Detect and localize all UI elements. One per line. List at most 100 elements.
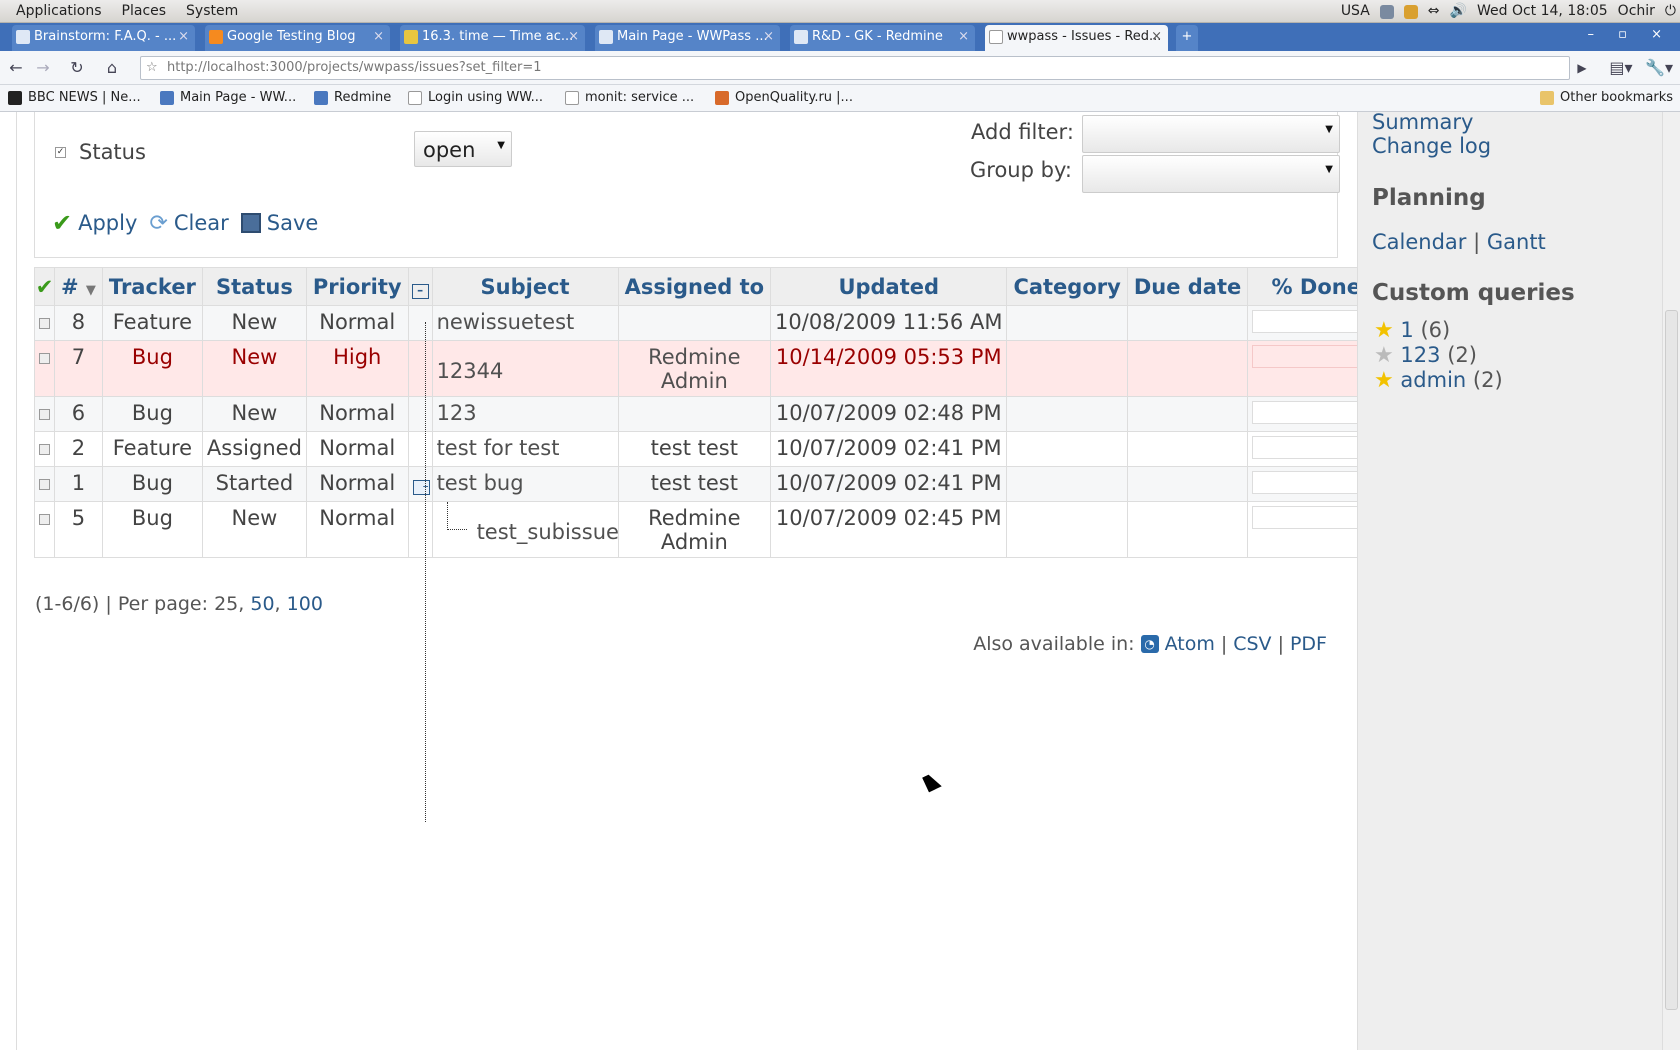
per-page-100-link[interactable]: 100 (287, 593, 323, 615)
collapse-all-header[interactable]: – (407, 267, 433, 306)
tray-app-icon[interactable] (1379, 4, 1394, 19)
list-item[interactable]: ★ 1 (6) (1374, 318, 1503, 343)
row-checkbox-cell[interactable] (34, 431, 55, 467)
column-header-subject[interactable]: Subject (431, 267, 619, 306)
power-icon[interactable]: ⏻ (1665, 2, 1676, 21)
apply-link[interactable]: Apply (78, 211, 137, 235)
reload-button[interactable]: ↻ (66, 57, 88, 79)
column-header-updated[interactable]: Updated (770, 267, 1008, 306)
status-operator-select[interactable]: open ▼ (414, 131, 512, 167)
column-header-tracker[interactable]: Tracker (101, 267, 203, 306)
address-bar[interactable]: ☆ http://localhost:3000/projects/wwpass/i… (140, 56, 1570, 80)
save-link[interactable]: Save (267, 211, 319, 235)
pdf-link[interactable]: PDF (1290, 633, 1327, 655)
row-checkbox[interactable] (39, 353, 50, 364)
issue-assigned-to[interactable] (617, 305, 772, 341)
row-checkbox-cell[interactable] (34, 340, 55, 397)
summary-link[interactable]: Summary (1372, 112, 1473, 134)
row-checkbox-cell[interactable] (34, 396, 55, 432)
bookmark-login-wwpass[interactable]: Login using WW... (408, 89, 543, 107)
column-header-category[interactable]: Category (1006, 267, 1128, 306)
system-menu[interactable]: System (176, 2, 248, 21)
save-disk-icon[interactable] (240, 213, 261, 233)
bookmark-bbc[interactable]: BBC NEWS | Ne... (8, 89, 141, 107)
tab-google-testing-blog[interactable]: Google Testing Blog × (205, 25, 390, 51)
keyboard-layout[interactable]: USA (1341, 2, 1370, 21)
star-icon[interactable]: ★ (1374, 343, 1394, 368)
column-header-due-date[interactable]: Due date (1126, 267, 1249, 306)
table-row[interactable]: 8 Feature New Normal newissuetest 10/08/… (34, 305, 1386, 822)
status-filter-checkbox[interactable]: ✓ (55, 147, 66, 158)
issue-id[interactable]: 8 (54, 305, 103, 341)
table-row[interactable]: 1 Bug Started Normal – test bug test tes… (34, 466, 1386, 502)
issue-assigned-to[interactable]: test test (617, 466, 772, 502)
table-row[interactable]: 2 Feature Assigned Normal test for test … (34, 431, 1386, 467)
per-page-50-link[interactable]: 50 (250, 593, 274, 615)
row-checkbox[interactable] (39, 479, 50, 490)
group-by-select[interactable]: ▼ (1082, 155, 1340, 193)
close-tab-icon[interactable]: × (763, 25, 774, 49)
issue-assigned-to[interactable]: Redmine Admin (617, 501, 772, 558)
new-tab-button[interactable]: + (1176, 25, 1198, 51)
list-item[interactable]: ★ 123 (2) (1374, 343, 1503, 368)
row-checkbox[interactable] (39, 444, 50, 455)
issue-id[interactable]: 6 (54, 396, 103, 432)
forward-button[interactable]: → (32, 57, 54, 79)
changelog-link[interactable]: Change log (1372, 134, 1491, 158)
clear-link[interactable]: Clear (174, 211, 229, 235)
row-checkbox[interactable] (39, 409, 50, 420)
issue-id[interactable]: 2 (54, 431, 103, 467)
issue-assigned-to[interactable]: test test (617, 431, 772, 467)
close-tab-icon[interactable]: × (958, 25, 969, 49)
table-row[interactable]: 6 Bug New Normal 123 10/07/2009 02:48 PM (34, 396, 1386, 432)
tab-python-time[interactable]: 16.3. time — Time ac... × (400, 25, 585, 51)
volume-icon[interactable]: 🔊 (1450, 2, 1467, 21)
csv-link[interactable]: CSV (1233, 633, 1271, 655)
issue-subject[interactable]: test bug (431, 466, 619, 502)
column-header-assigned-to[interactable]: Assigned to (617, 267, 772, 306)
page-menu-icon[interactable]: ▤▾ (1606, 57, 1636, 79)
bookmark-redmine[interactable]: Redmine (314, 89, 391, 107)
add-filter-select[interactable]: ▼ (1082, 115, 1340, 153)
checkmark-icon[interactable]: ✔ (36, 275, 54, 299)
column-header-priority[interactable]: Priority (305, 267, 409, 306)
applications-menu[interactable]: Applications (6, 2, 112, 21)
list-item[interactable]: ★ admin (2) (1374, 368, 1503, 393)
go-icon[interactable]: ▶ (1571, 57, 1593, 79)
tab-wwpass-issues[interactable]: wwpass - Issues - Red... × (985, 25, 1168, 51)
issue-subject[interactable]: newissuetest (431, 305, 619, 341)
tab-wwpass-main[interactable]: Main Page - WWPass ... × (595, 25, 780, 51)
wrench-menu-icon[interactable]: 🔧▾ (1644, 57, 1674, 79)
table-row[interactable]: 7 Bug New High 12344 Redmine Admin 10/14… (34, 340, 1386, 397)
column-header-status[interactable]: Status (201, 267, 307, 306)
clock[interactable]: Wed Oct 14, 18:05 (1477, 2, 1608, 21)
scrollbar-thumb[interactable] (1665, 310, 1678, 1010)
calendar-link[interactable]: Calendar (1372, 230, 1466, 254)
close-tab-icon[interactable]: × (178, 25, 189, 49)
close-tab-icon[interactable]: × (1151, 25, 1162, 49)
bookmark-wwpass-main[interactable]: Main Page - WW... (160, 89, 296, 107)
tab-brainstorm[interactable]: Brainstorm: F.A.Q. - ... × (12, 25, 195, 51)
column-header-id[interactable]: # ▼ (54, 267, 103, 306)
close-tab-icon[interactable]: × (568, 25, 579, 49)
row-checkbox[interactable] (39, 318, 50, 329)
table-row[interactable]: 5 Bug New Normal test_subissue Redmine A… (34, 501, 1386, 558)
row-checkbox-cell[interactable] (34, 466, 55, 502)
issue-id[interactable]: 5 (54, 501, 103, 558)
vertical-scrollbar[interactable] (1662, 112, 1680, 1050)
issue-assigned-to[interactable] (617, 396, 772, 432)
bookmark-star-icon[interactable]: ☆ (146, 57, 158, 79)
issue-subject[interactable]: 123 (431, 396, 619, 432)
row-checkbox-cell[interactable] (34, 305, 55, 341)
issue-subject[interactable]: test for test (431, 431, 619, 467)
tab-rd-gk-redmine[interactable]: R&D - GK - Redmine × (790, 25, 975, 51)
row-checkbox-cell[interactable] (34, 501, 55, 558)
other-bookmarks-folder[interactable]: Other bookmarks (1540, 89, 1673, 107)
star-icon[interactable]: ★ (1374, 318, 1394, 343)
feed-icon[interactable]: ◔ (1140, 635, 1159, 653)
reload-icon[interactable]: ⟳ (149, 211, 167, 236)
window-controls[interactable]: – ▫ × (1588, 23, 1672, 47)
issue-subject[interactable]: 12344 (431, 340, 619, 397)
issue-id[interactable]: 7 (54, 340, 103, 397)
tray-mail-icon[interactable] (1403, 4, 1418, 19)
